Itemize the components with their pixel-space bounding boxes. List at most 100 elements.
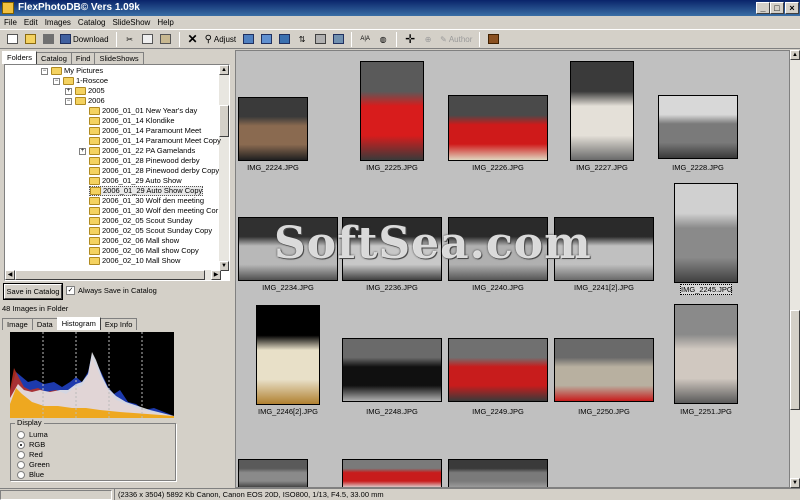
photo-thumbnail[interactable] bbox=[448, 95, 548, 161]
book-icon[interactable] bbox=[485, 31, 501, 47]
collapse-icon[interactable]: − bbox=[41, 67, 48, 75]
menu-edit[interactable]: Edit bbox=[24, 16, 38, 29]
photo-thumbnail[interactable] bbox=[554, 217, 654, 281]
sort-icon[interactable]: ⇅ bbox=[294, 31, 310, 47]
tree-folder-item[interactable]: 2006_02_05 Scout Sunday bbox=[89, 216, 193, 226]
thumbnail-caption[interactable]: IMG_2228.JPG bbox=[648, 163, 748, 172]
tree-folder-item[interactable]: 2006_02_05 Scout Sunday Copy bbox=[89, 226, 212, 236]
tree-folder-item[interactable]: 2006_02_10 Mall Show bbox=[89, 256, 180, 266]
scroll-left-icon[interactable]: ◀ bbox=[5, 270, 15, 280]
photo-thumbnail[interactable] bbox=[448, 338, 548, 402]
scroll-thumb[interactable] bbox=[790, 310, 800, 410]
tab-folders[interactable]: Folders bbox=[2, 51, 38, 64]
open-folder-icon[interactable] bbox=[22, 31, 38, 47]
tree-folder-item[interactable]: 2006_01_29 Auto Show Copy bbox=[89, 186, 204, 196]
image-view-icon[interactable] bbox=[240, 31, 256, 47]
maximize-button[interactable]: □ bbox=[770, 2, 784, 14]
thumbnail-caption[interactable]: IMG_2240.JPG bbox=[448, 283, 548, 292]
crosshair-icon[interactable]: ✛ bbox=[402, 31, 418, 47]
display-radio-green[interactable]: Green bbox=[17, 460, 50, 469]
scroll-up-icon[interactable]: ▲ bbox=[790, 50, 800, 60]
photo-thumbnail[interactable] bbox=[256, 305, 320, 405]
scroll-right-icon[interactable]: ▶ bbox=[211, 270, 221, 280]
tree-folder-item[interactable]: − 2006 bbox=[65, 96, 105, 106]
tree-folder-item[interactable]: +2006_01_22 PA Gamelands bbox=[79, 146, 195, 156]
photo-thumbnail[interactable] bbox=[554, 338, 654, 402]
collapse-icon[interactable]: − bbox=[65, 97, 72, 105]
expand-icon[interactable]: + bbox=[79, 147, 86, 155]
thumbnail-caption[interactable]: IMG_2246[2].JPG bbox=[238, 407, 338, 416]
photo-thumbnail[interactable] bbox=[360, 61, 424, 161]
collapse-icon[interactable]: − bbox=[53, 77, 60, 85]
folder-tree[interactable]: ▲ ▼ ◀ ▶ − My Pictures −1-Roscoe +2005−2006 2… bbox=[4, 64, 230, 281]
thumbnail-caption[interactable]: IMG_2224.JPG bbox=[236, 163, 323, 172]
tree-folder-item[interactable]: 2006_01_30 Wolf den meeting bbox=[89, 196, 204, 206]
tree-folder-item[interactable]: 2006_01_28 Pinewood derby bbox=[89, 156, 200, 166]
rotate-icon[interactable] bbox=[276, 31, 292, 47]
close-button[interactable]: × bbox=[785, 2, 799, 14]
photo-thumbnail[interactable] bbox=[658, 95, 738, 159]
thumbnail-caption[interactable]: IMG_2236.JPG bbox=[342, 283, 442, 292]
thumbnail-caption[interactable]: IMG_2225.JPG bbox=[342, 163, 442, 172]
photo-thumbnail[interactable] bbox=[238, 217, 338, 281]
tree-vertical-scrollbar[interactable]: ▲ ▼ bbox=[219, 65, 229, 271]
display-radio-red[interactable]: Red bbox=[17, 450, 43, 459]
always-save-checkbox[interactable]: ✓ Always Save in Catalog bbox=[66, 286, 157, 295]
print-icon[interactable] bbox=[312, 31, 328, 47]
tree-folder-item[interactable]: 2006_01_30 Wolf den meeting Cor bbox=[89, 206, 218, 216]
az-text-icon[interactable]: A|A bbox=[357, 31, 373, 47]
photo-thumbnail[interactable] bbox=[342, 338, 442, 402]
photo-thumbnail[interactable] bbox=[570, 61, 634, 161]
thumbnail-caption[interactable]: IMG_2248.JPG bbox=[342, 407, 442, 416]
scroll-up-icon[interactable]: ▲ bbox=[219, 65, 229, 75]
thumbnail-view-icon[interactable] bbox=[258, 31, 274, 47]
tree-folder-item[interactable]: 2006_01_14 Paramount Meet Copy bbox=[89, 136, 221, 146]
author-button[interactable]: ✎ Author bbox=[438, 31, 474, 47]
paste-icon[interactable] bbox=[158, 31, 174, 47]
photo-thumbnail[interactable] bbox=[448, 217, 548, 281]
tree-folder-item[interactable]: 2006_01_28 Pinewood derby Copy bbox=[89, 166, 219, 176]
scroll-thumb[interactable] bbox=[219, 105, 229, 137]
expand-icon[interactable]: + bbox=[65, 87, 72, 95]
tab-histogram[interactable]: Histogram bbox=[56, 317, 101, 330]
thumbnail-caption[interactable]: IMG_2249.JPG bbox=[448, 407, 548, 416]
menu-slideshow[interactable]: SlideShow bbox=[113, 16, 151, 29]
cut-icon[interactable]: ✂ bbox=[122, 31, 138, 47]
stop-icon[interactable] bbox=[40, 31, 56, 47]
photo-thumbnail[interactable] bbox=[342, 217, 442, 281]
tree-folder-item[interactable]: 2006_01_14 Klondike bbox=[89, 116, 175, 126]
photo-thumbnail[interactable] bbox=[674, 304, 738, 404]
tree-folder-item[interactable]: 2006_01_14 Paramount Meet bbox=[89, 126, 201, 136]
thumbnail-caption[interactable]: IMG_2251.JPG bbox=[656, 407, 756, 416]
tree-folder-item[interactable]: +2005 bbox=[65, 86, 105, 96]
thumbnail-caption[interactable]: IMG_2250.JPG bbox=[554, 407, 654, 416]
thumbnail-caption[interactable]: IMG_2234.JPG bbox=[238, 283, 338, 292]
display-radio-luma[interactable]: Luma bbox=[17, 430, 48, 439]
tree-folder-item[interactable]: 2006_02_06 Mall show Copy bbox=[89, 246, 199, 256]
tree-folder-item[interactable]: 2006_01_01 New Year's day bbox=[89, 106, 197, 116]
adjust-button[interactable]: ⚲ Adjust bbox=[203, 31, 239, 47]
tree-horizontal-scrollbar[interactable]: ◀ ▶ bbox=[5, 270, 221, 280]
display-radio-rgb[interactable]: RGB bbox=[17, 440, 45, 449]
globe-icon[interactable]: ◍ bbox=[375, 31, 391, 47]
tree-folder-item[interactable]: − 1-Roscoe bbox=[53, 76, 108, 86]
copy-icon[interactable] bbox=[140, 31, 156, 47]
thumbnail-caption[interactable]: IMG_2241[2].JPG bbox=[554, 283, 654, 292]
thumbnail-grid[interactable]: IMG_2224.JPG IMG_2225.JPG IMG_2226.JPG IMG_… bbox=[235, 50, 790, 488]
photo-thumbnail[interactable] bbox=[238, 97, 308, 161]
tab-find[interactable]: Find bbox=[70, 52, 96, 64]
menu-file[interactable]: File bbox=[4, 16, 17, 29]
minimize-button[interactable]: _ bbox=[756, 2, 770, 14]
photo-thumbnail[interactable] bbox=[674, 183, 738, 283]
thumbnail-caption[interactable]: IMG_2245.JPG bbox=[680, 284, 733, 295]
tab-image[interactable]: Image bbox=[2, 318, 33, 330]
tab-slideshows[interactable]: SlideShows bbox=[94, 52, 144, 64]
photo-thumbnail[interactable] bbox=[342, 459, 442, 487]
thumbnail-caption[interactable]: IMG_2226.JPG bbox=[448, 163, 548, 172]
tree-folder-item[interactable]: 2006_02_06 Mall show bbox=[89, 236, 179, 246]
tab-exp-info[interactable]: Exp Info bbox=[99, 318, 138, 330]
thumbnail-caption[interactable]: IMG_2227.JPG bbox=[552, 163, 652, 172]
tab-data[interactable]: Data bbox=[31, 318, 58, 330]
scroll-down-icon[interactable]: ▼ bbox=[790, 478, 800, 488]
main-vertical-scrollbar[interactable]: ▲ ▼ bbox=[790, 50, 800, 488]
